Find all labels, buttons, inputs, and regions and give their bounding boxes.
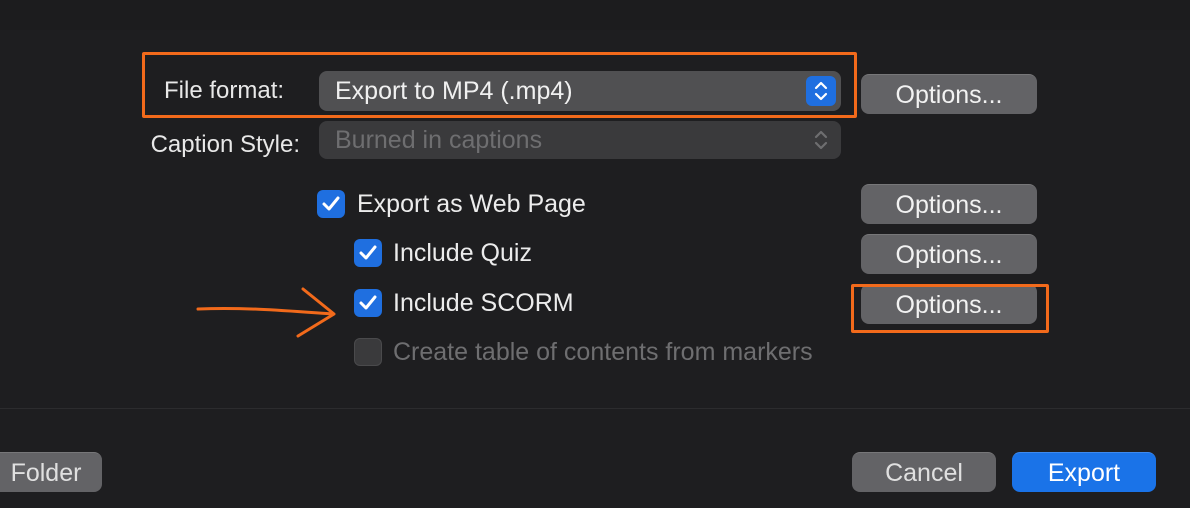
caption-style-value: Burned in captions xyxy=(335,126,543,154)
scorm-options-highlight-box xyxy=(851,284,1049,333)
web-page-options-button[interactable]: Options... xyxy=(861,184,1037,224)
export-dialog: File format: Export to MP4 (.mp4) Option… xyxy=(0,0,1190,508)
arrow-right-icon xyxy=(196,287,336,338)
export-button[interactable]: Export xyxy=(1012,452,1156,492)
export-web-page-label[interactable]: Export as Web Page xyxy=(357,189,586,219)
caption-style-popup[interactable]: Burned in captions xyxy=(319,121,841,159)
checkmark-icon xyxy=(359,245,377,260)
footer-divider xyxy=(0,408,1190,409)
include-quiz-label[interactable]: Include Quiz xyxy=(393,238,532,268)
include-scorm-label[interactable]: Include SCORM xyxy=(393,288,574,318)
quiz-options-button[interactable]: Options... xyxy=(861,234,1037,274)
include-scorm-checkbox[interactable] xyxy=(354,289,382,317)
create-toc-checkbox[interactable] xyxy=(354,338,382,366)
include-quiz-checkbox[interactable] xyxy=(354,239,382,267)
caption-style-label: Caption Style: xyxy=(150,131,300,158)
export-web-page-checkbox[interactable] xyxy=(317,190,345,218)
create-toc-label[interactable]: Create table of contents from markers xyxy=(393,337,813,367)
up-down-chevron-icon xyxy=(806,125,836,155)
format-options-button[interactable]: Options... xyxy=(861,74,1037,114)
file-format-highlight-box xyxy=(142,52,857,118)
checkmark-icon xyxy=(322,196,340,211)
cancel-button[interactable]: Cancel xyxy=(852,452,996,492)
dialog-top-strip xyxy=(0,0,1190,30)
folder-button[interactable]: Folder xyxy=(0,452,102,492)
checkmark-icon xyxy=(359,295,377,310)
